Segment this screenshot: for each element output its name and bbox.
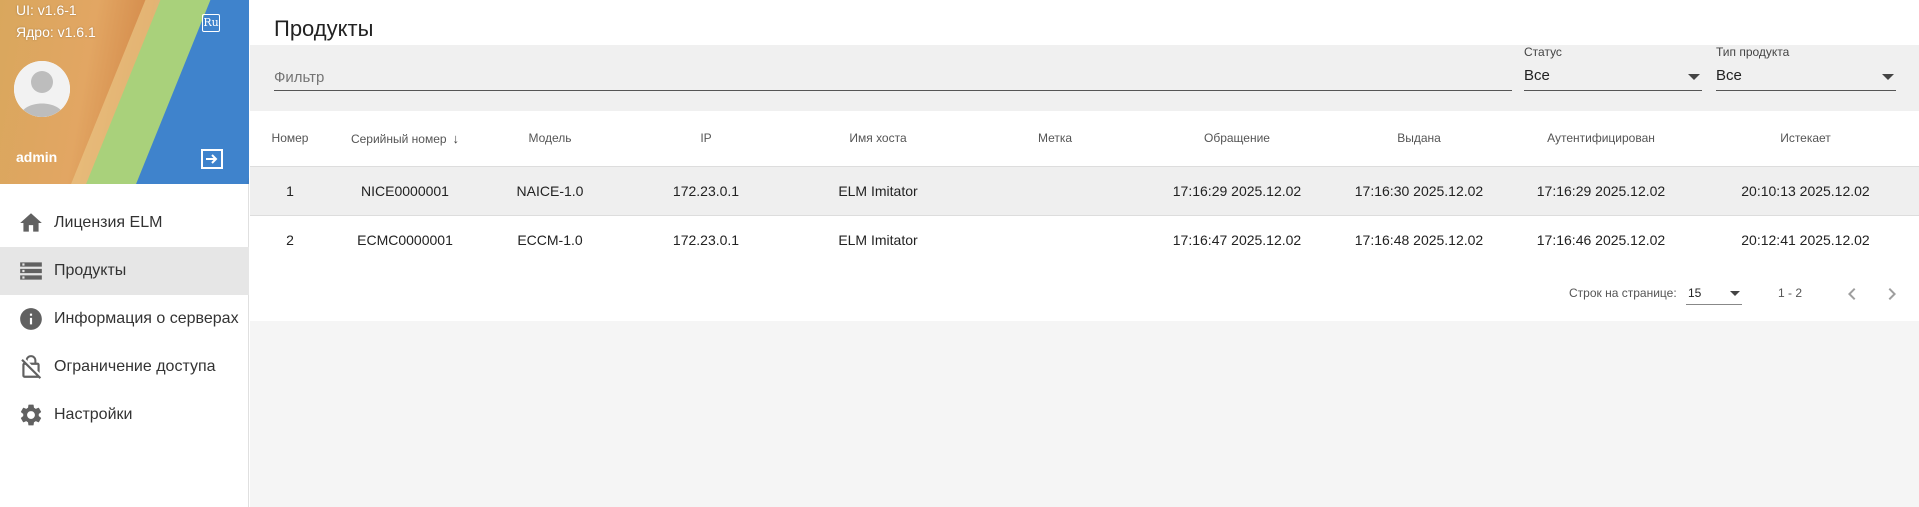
- logout-icon[interactable]: [201, 149, 223, 169]
- page-range: 1 - 2: [1778, 286, 1803, 300]
- status-label: Статус: [1524, 45, 1562, 59]
- column-header[interactable]: Метка: [964, 111, 1146, 167]
- table-cell: 172.23.0.1: [620, 166, 792, 216]
- main-content: Продукты Статус Все Тип продукта Все Ном…: [250, 0, 1919, 507]
- table-cell: 2: [250, 215, 330, 265]
- product-type-select[interactable]: Тип продукта Все: [1716, 45, 1896, 111]
- core-version: Ядро: v1.6.1: [16, 24, 96, 40]
- chevron-down-icon[interactable]: [1882, 74, 1894, 80]
- table-cell: 17:16:48 2025.12.02: [1328, 215, 1510, 265]
- pagination-bar: Строк на странице: 15 1 - 2: [250, 264, 1919, 321]
- table-cell: 17:16:29 2025.12.02: [1510, 166, 1692, 216]
- product-type-value[interactable]: Все: [1716, 65, 1896, 91]
- table-row[interactable]: 2 ECMC0000001 ECCM-1.0 172.23.0.1 ELM Im…: [250, 215, 1919, 265]
- column-header[interactable]: Модель: [480, 111, 620, 167]
- column-header[interactable]: Обращение: [1146, 111, 1328, 167]
- table-cell: [964, 166, 1146, 216]
- table-row[interactable]: 1 NICE0000001 NAICE-1.0 172.23.0.1 ELM I…: [250, 166, 1919, 216]
- user-avatar-icon: [14, 61, 70, 117]
- sidebar-item-label: Информация о серверах: [54, 310, 239, 327]
- rows-per-page-select[interactable]: 15: [1686, 283, 1742, 305]
- table-cell: 17:16:30 2025.12.02: [1328, 166, 1510, 216]
- ui-version: UI: v1.6-1: [16, 2, 77, 18]
- table-cell: ECMC0000001: [330, 215, 480, 265]
- sidebar-item-label: Ограничение доступа: [54, 358, 216, 375]
- table-cell: ECCM-1.0: [480, 215, 620, 265]
- column-header[interactable]: Истекает: [1692, 111, 1919, 167]
- username: admin: [16, 149, 58, 165]
- table-header-row: Номер Серийный номер ↓ Модель IP Имя хост…: [250, 111, 1919, 167]
- filter-input[interactable]: [274, 65, 1512, 91]
- lock-off-icon: [18, 354, 44, 380]
- table-cell: 17:16:47 2025.12.02: [1146, 215, 1328, 265]
- sidebar-item-license[interactable]: Лицензия ELM: [0, 199, 249, 247]
- profile-banner: UI: v1.6-1 Ядро: v1.6.1 Ru admin: [0, 0, 249, 184]
- column-header[interactable]: Имя хоста: [792, 111, 964, 167]
- sidebar: UI: v1.6-1 Ядро: v1.6.1 Ru admin Лицензи…: [0, 0, 249, 507]
- column-header[interactable]: Аутентифицирован: [1510, 111, 1692, 167]
- table-cell: NAICE-1.0: [480, 166, 620, 216]
- next-page-icon[interactable]: [1880, 282, 1904, 306]
- rows-per-page-value: 15: [1688, 286, 1702, 300]
- language-switch-icon[interactable]: Ru: [202, 14, 220, 32]
- sidebar-item-settings[interactable]: Настройки: [0, 391, 249, 439]
- column-header[interactable]: Серийный номер ↓: [330, 111, 480, 167]
- storage-icon: [18, 258, 44, 284]
- sidebar-nav: Лицензия ELM Продукты Информация о серве…: [0, 199, 249, 439]
- table-cell: 20:12:41 2025.12.02: [1692, 215, 1919, 265]
- status-value[interactable]: Все: [1524, 65, 1702, 91]
- sidebar-item-products[interactable]: Продукты: [0, 247, 249, 295]
- table-cell: NICE0000001: [330, 166, 480, 216]
- rows-per-page-label: Строк на странице:: [1569, 286, 1677, 300]
- status-select[interactable]: Статус Все: [1524, 45, 1702, 111]
- avatar: [14, 61, 70, 117]
- column-header[interactable]: IP: [620, 111, 792, 167]
- product-type-label: Тип продукта: [1716, 45, 1790, 59]
- table-cell: 17:16:46 2025.12.02: [1510, 215, 1692, 265]
- previous-page-icon[interactable]: [1840, 282, 1864, 306]
- page-title: Продукты: [274, 16, 374, 41]
- table-cell: 1: [250, 166, 330, 216]
- table-cell: ELM Imitator: [792, 215, 964, 265]
- chevron-down-icon[interactable]: [1688, 74, 1700, 80]
- table-cell: 20:10:13 2025.12.02: [1692, 166, 1919, 216]
- page-header: Продукты: [250, 0, 1919, 45]
- table-cell: 17:16:29 2025.12.02: [1146, 166, 1328, 216]
- home-icon: [18, 210, 44, 236]
- sort-arrow-down-icon[interactable]: ↓: [453, 131, 460, 146]
- info-icon: [18, 306, 44, 332]
- sidebar-item-server-info[interactable]: Информация о серверах: [0, 295, 249, 343]
- sidebar-item-label: Лицензия ELM: [54, 214, 163, 231]
- sidebar-item-access-restriction[interactable]: Ограничение доступа: [0, 343, 249, 391]
- table-cell: [964, 215, 1146, 265]
- gear-icon: [18, 402, 44, 428]
- table-cell: ELM Imitator: [792, 166, 964, 216]
- sidebar-item-label: Продукты: [54, 262, 127, 279]
- sidebar-item-label: Настройки: [54, 406, 133, 423]
- column-header[interactable]: Номер: [250, 111, 330, 167]
- table-cell: 172.23.0.1: [620, 215, 792, 265]
- column-header[interactable]: Выдана: [1328, 111, 1510, 167]
- chevron-down-icon[interactable]: [1730, 291, 1740, 296]
